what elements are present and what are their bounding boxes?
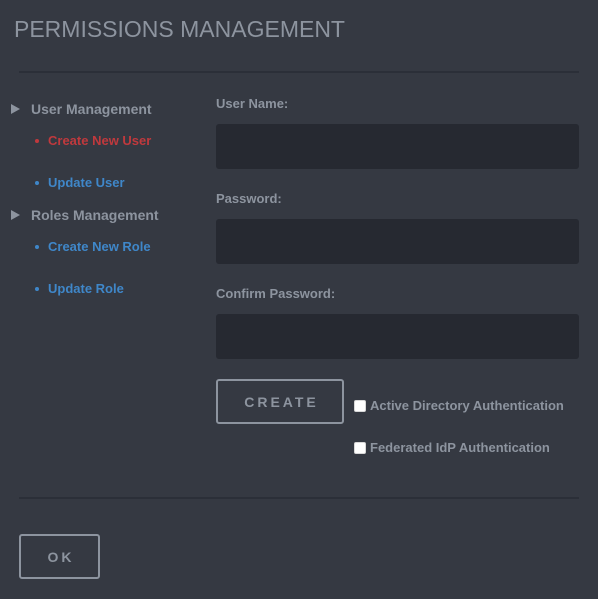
header-divider <box>19 71 579 73</box>
footer-divider <box>19 497 579 499</box>
triangle-right-icon <box>11 210 20 220</box>
page-title: PERMISSIONS MANAGEMENT <box>14 16 345 42</box>
sidebar-section-roles-management[interactable]: Roles Management <box>11 207 159 223</box>
password-input[interactable] <box>216 219 579 264</box>
username-label: User Name: <box>216 96 289 111</box>
ok-button[interactable]: OK <box>19 534 100 579</box>
active-directory-checkbox[interactable] <box>354 399 366 412</box>
permissions-dialog: PERMISSIONS MANAGEMENT User Management C… <box>0 0 598 599</box>
create-button[interactable]: CREATE <box>216 379 344 424</box>
sidebar-item-label: Create New Role <box>48 239 151 254</box>
sidebar-item-label: Create New User <box>48 133 152 148</box>
confirm-password-input[interactable] <box>216 314 579 359</box>
sidebar-section-user-management[interactable]: User Management <box>11 101 152 117</box>
sidebar-item-create-new-user[interactable]: Create New User <box>35 133 151 148</box>
sidebar-item-label: Update Role <box>48 281 124 296</box>
username-input[interactable] <box>216 124 579 169</box>
triangle-right-icon <box>11 104 20 114</box>
bullet-icon <box>35 244 39 249</box>
checkbox-label: Active Directory Authentication <box>370 398 564 413</box>
section-label: User Management <box>31 101 152 117</box>
active-directory-option[interactable]: Active Directory Authentication <box>354 398 564 413</box>
password-label: Password: <box>216 191 282 206</box>
federated-idp-checkbox[interactable] <box>354 441 366 454</box>
bullet-icon <box>35 180 39 185</box>
bullet-icon <box>35 138 39 143</box>
section-label: Roles Management <box>31 207 159 223</box>
checkbox-label: Federated IdP Authentication <box>370 440 550 455</box>
sidebar-item-create-new-role[interactable]: Create New Role <box>35 239 151 254</box>
sidebar-item-update-user[interactable]: Update User <box>35 175 125 190</box>
sidebar-item-label: Update User <box>48 175 125 190</box>
sidebar-item-update-role[interactable]: Update Role <box>35 281 124 296</box>
federated-idp-option[interactable]: Federated IdP Authentication <box>354 440 550 455</box>
bullet-icon <box>35 286 39 291</box>
confirm-password-label: Confirm Password: <box>216 286 336 301</box>
